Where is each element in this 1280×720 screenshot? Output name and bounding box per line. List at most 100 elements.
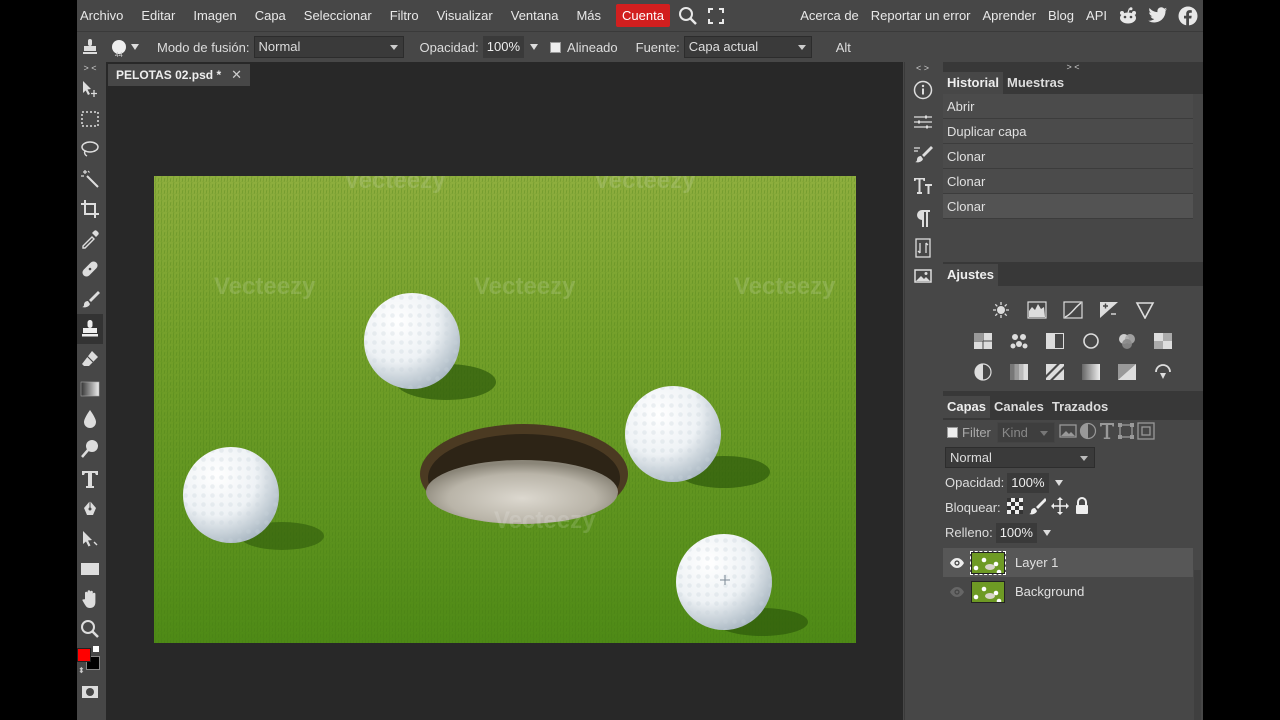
menu-ventana[interactable]: Ventana [502, 0, 568, 31]
posterize-icon[interactable] [1004, 360, 1034, 384]
fill-dropdown-icon[interactable] [1042, 529, 1051, 536]
layer-opacity-dropdown-icon[interactable] [1054, 479, 1063, 486]
close-icon[interactable]: ✕ [231, 64, 242, 86]
opacity-dropdown-icon[interactable] [530, 44, 539, 50]
lasso-tool-icon[interactable] [77, 134, 103, 164]
hue-saturation-icon[interactable] [968, 329, 998, 353]
source-select[interactable]: Capa actual [683, 36, 812, 58]
facebook-icon[interactable] [1173, 0, 1203, 31]
layers-scrollbar[interactable] [1194, 570, 1201, 720]
replace-color-icon[interactable] [1148, 360, 1178, 384]
dodge-tool-icon[interactable] [77, 434, 103, 464]
history-item[interactable]: Duplicar capa [943, 119, 1193, 144]
filter-adjustment-icon[interactable] [1079, 422, 1097, 443]
link-blog[interactable]: Blog [1042, 8, 1080, 23]
css-icon[interactable] [905, 234, 941, 262]
blend-mode-select[interactable]: Normal [253, 36, 404, 58]
photo-filter-icon[interactable] [1076, 329, 1106, 353]
levels-icon[interactable] [1022, 298, 1052, 322]
menu-seleccionar[interactable]: Seleccionar [295, 0, 381, 31]
gradient-tool-icon[interactable] [77, 374, 103, 404]
document-tab[interactable]: PELOTAS 02.psd * ✕ [108, 64, 251, 86]
exposure-icon[interactable] [1094, 298, 1124, 322]
filter-smart-object-icon[interactable] [1137, 422, 1155, 443]
threshold-icon[interactable] [1040, 360, 1070, 384]
gradient-map-icon[interactable] [1076, 360, 1106, 384]
twitter-icon[interactable] [1143, 0, 1173, 31]
healing-brush-tool-icon[interactable] [77, 254, 103, 284]
menu-editar[interactable]: Editar [132, 0, 184, 31]
character-icon[interactable] [905, 170, 941, 202]
color-lookup-icon[interactable] [1148, 329, 1178, 353]
tab-historial[interactable]: Historial [943, 72, 1004, 94]
history-item[interactable]: Abrir [943, 94, 1193, 119]
lock-all-icon[interactable] [1074, 497, 1090, 518]
collapse-strip-icon[interactable]: < > [905, 62, 940, 74]
path-selection-tool-icon[interactable] [77, 524, 103, 554]
lock-position-icon[interactable] [1050, 497, 1069, 518]
link-aprender[interactable]: Aprender [977, 8, 1042, 23]
fullscreen-icon[interactable] [702, 0, 730, 31]
reddit-icon[interactable] [1113, 0, 1143, 31]
color-swatches[interactable]: ⬍ [77, 644, 103, 680]
properties-icon[interactable] [905, 106, 941, 138]
menu-visualizar[interactable]: Visualizar [428, 0, 502, 31]
filter-pixel-icon[interactable] [1059, 424, 1077, 441]
opacity-input[interactable]: 100% [482, 36, 525, 58]
menu-imagen[interactable]: Imagen [184, 0, 245, 31]
image-canvas[interactable]: Vecteezy Vecteezy Vecteezy Vecteezy Vect… [154, 176, 856, 643]
tab-capas[interactable]: Capas [943, 396, 991, 418]
curves-icon[interactable] [1058, 298, 1088, 322]
layer-row[interactable]: Background [943, 577, 1193, 606]
menu-filtro[interactable]: Filtro [381, 0, 428, 31]
tab-muestras[interactable]: Muestras [1003, 72, 1068, 94]
history-scrollbar[interactable] [1194, 94, 1201, 244]
menu-archivo[interactable]: Archivo [77, 0, 132, 31]
layer-blend-select[interactable]: Normal [945, 447, 1095, 468]
marquee-tool-icon[interactable] [77, 104, 103, 134]
eye-icon[interactable] [943, 557, 971, 569]
link-api[interactable]: API [1080, 8, 1113, 23]
filter-shape-icon[interactable] [1117, 422, 1135, 443]
eyedropper-tool-icon[interactable] [77, 224, 103, 254]
selective-color-icon[interactable] [1112, 360, 1142, 384]
filter-checkbox[interactable] [947, 427, 958, 438]
default-colors-icon[interactable]: ⬍ [78, 666, 85, 675]
history-item[interactable]: Clonar [943, 194, 1193, 219]
info-icon[interactable] [905, 74, 941, 106]
color-balance-icon[interactable] [1004, 329, 1034, 353]
tab-trazados[interactable]: Trazados [1048, 396, 1112, 418]
swap-colors-icon[interactable] [93, 646, 99, 652]
layer-opacity-input[interactable]: 100% [1007, 472, 1049, 493]
zoom-tool-icon[interactable] [77, 614, 103, 644]
history-item[interactable]: Clonar [943, 144, 1193, 169]
clone-stamp-tool-icon[interactable] [77, 314, 103, 344]
black-white-icon[interactable] [1040, 329, 1070, 353]
account-button[interactable]: Cuenta [616, 4, 670, 27]
lock-pixels-icon[interactable] [1028, 497, 1047, 518]
invert-icon[interactable] [968, 360, 998, 384]
foreground-color-swatch[interactable] [77, 648, 91, 662]
hand-tool-icon[interactable] [77, 584, 103, 614]
tab-ajustes[interactable]: Ajustes [943, 264, 998, 286]
fill-input[interactable]: 100% [995, 522, 1037, 543]
paragraph-icon[interactable] [905, 202, 941, 234]
brush-settings-icon[interactable] [905, 138, 941, 170]
menu-mas[interactable]: Más [567, 0, 610, 31]
pen-tool-icon[interactable] [77, 494, 103, 524]
brush-tool-icon[interactable] [77, 284, 103, 314]
magic-wand-tool-icon[interactable] [77, 164, 103, 194]
rectangle-tool-icon[interactable] [77, 554, 103, 584]
clone-stamp-icon[interactable] [77, 38, 103, 56]
collapse-panels-icon[interactable]: > < [943, 62, 1203, 72]
search-icon[interactable] [674, 0, 702, 31]
tab-canales[interactable]: Canales [990, 396, 1048, 418]
crop-tool-icon[interactable] [77, 194, 103, 224]
eye-icon[interactable] [943, 586, 971, 598]
filter-type-icon[interactable] [1099, 422, 1115, 443]
link-reportar[interactable]: Reportar un error [865, 8, 977, 23]
quick-mask-icon[interactable] [77, 680, 103, 704]
menu-capa[interactable]: Capa [246, 0, 295, 31]
link-acerca[interactable]: Acerca de [794, 8, 865, 23]
layer-row[interactable]: Layer 1 [943, 548, 1193, 577]
